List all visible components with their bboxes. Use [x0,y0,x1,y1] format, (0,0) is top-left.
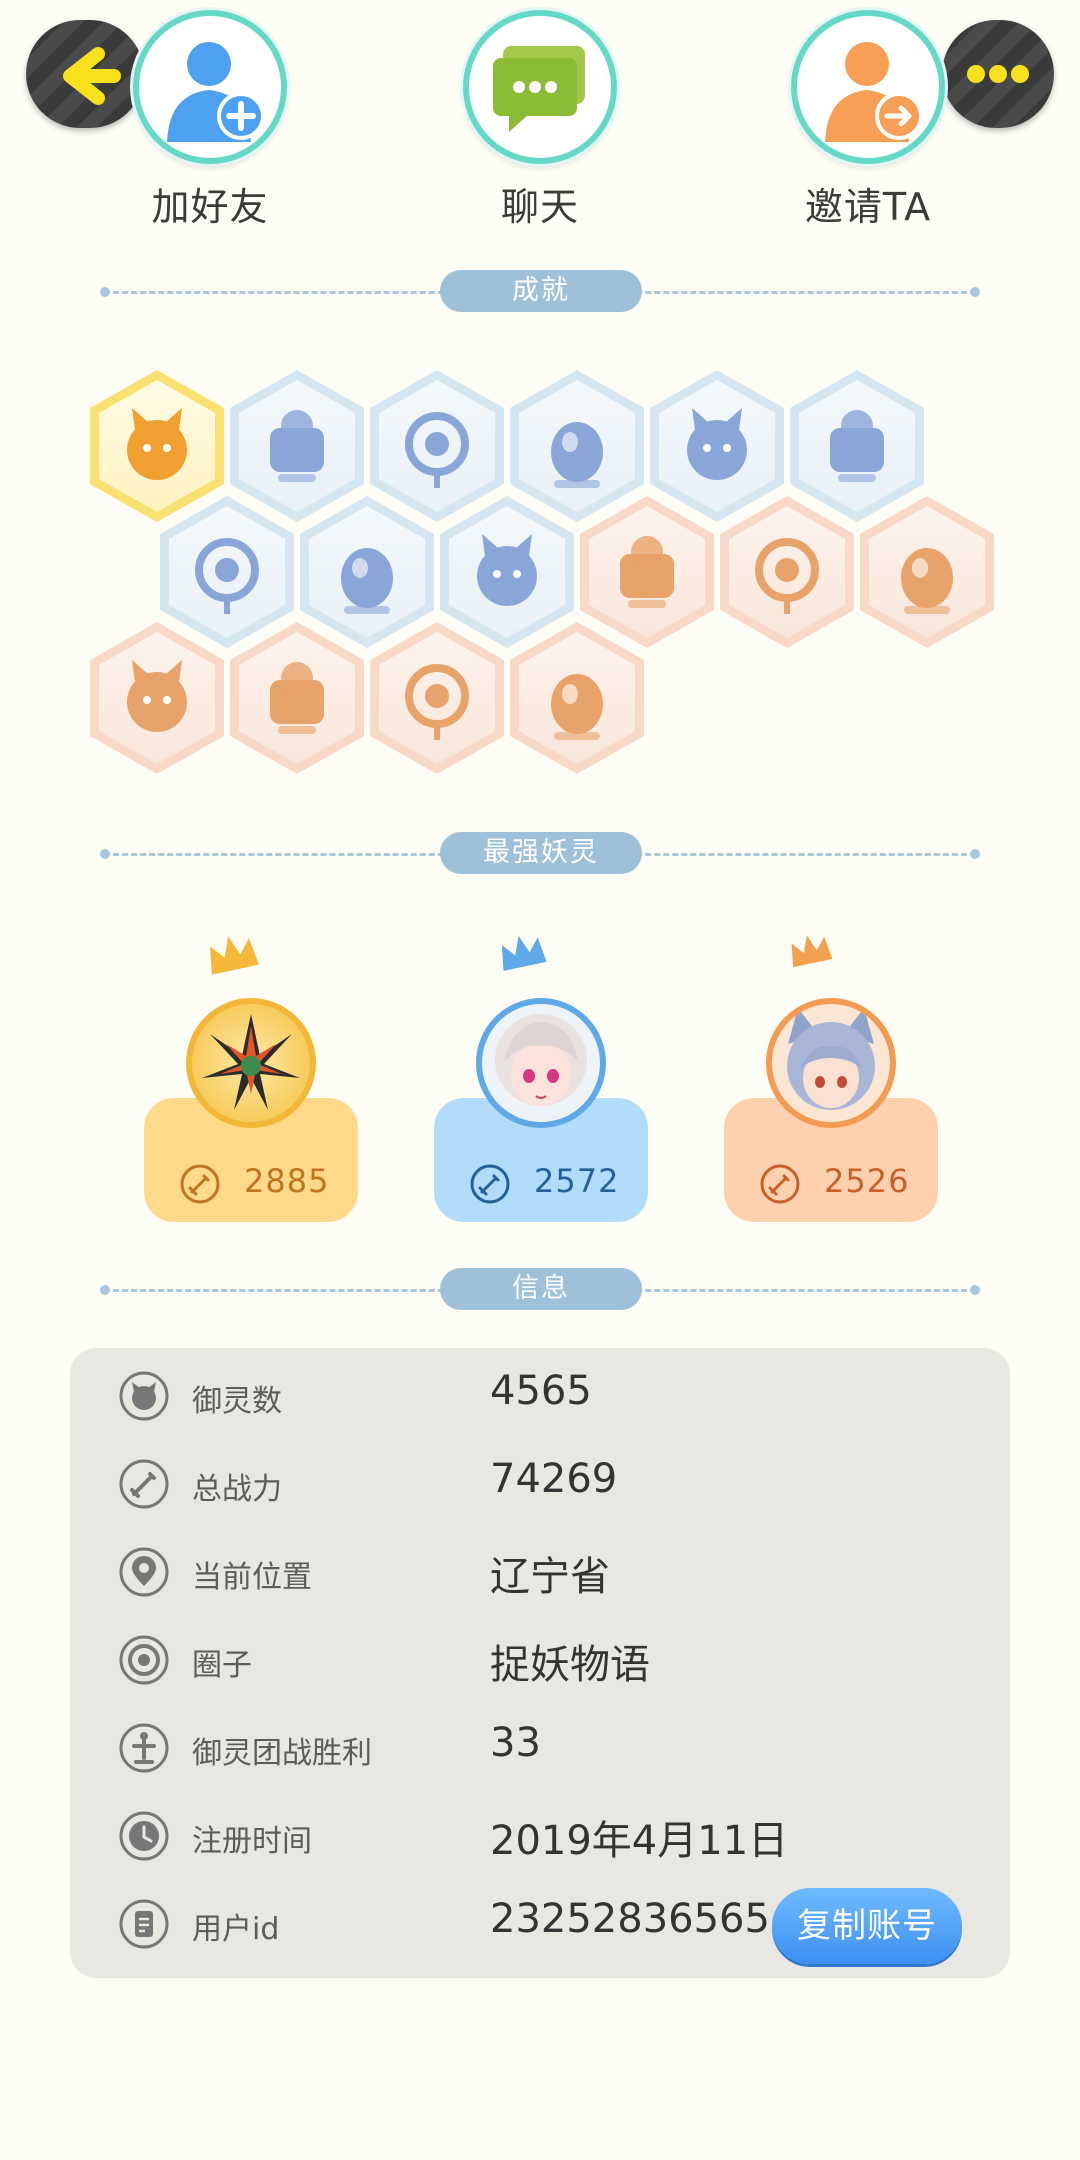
info-value: 4565 [490,1368,592,1414]
info-value: 捉妖物语 [490,1642,650,1688]
gingerbread-badge-icon[interactable] [720,496,854,648]
sneaker-badge-icon-glyph [270,410,324,482]
info-row-spirit-count: 御灵数 4565 [70,1354,1010,1442]
cat-face-badge-icon[interactable] [90,370,224,522]
power-sword-icon [470,1164,510,1204]
chat-icon [463,10,617,164]
crystal-ball-badge-icon[interactable] [510,370,644,522]
lollipop-bear-badge-icon[interactable] [860,496,994,648]
spiky-rainbow-spirit-avatar [186,998,316,1128]
info-label: 注册时间 [192,1824,312,1859]
info-row-user-id: 用户id 23252836565 复制账号 [70,1882,1010,1970]
location-pin-icon [119,1547,169,1597]
crystal-egg-badge-icon-glyph [687,408,747,480]
gingerbread-badge-icon-glyph [755,538,819,614]
spirit-power: 2572 [534,1162,620,1200]
sword-icon [119,1459,169,1509]
book-fox-badge-icon-glyph [477,534,537,606]
pawn-badge-icon-glyph [551,674,603,740]
koi-fish-badge-icon-glyph [127,660,187,732]
crystal-egg-badge-icon[interactable] [650,370,784,522]
info-row-total-power: 总战力 74269 [70,1442,1010,1530]
info-row-circle: 圈子 捉妖物语 [70,1618,1010,1706]
yin-yang-orb-badge-icon[interactable] [790,370,924,522]
portal-mirror-badge-icon[interactable] [370,370,504,522]
info-panel: 御灵数 4565 总战力 74269 当前位置 辽宁省 圈子 捉妖物语 御灵团战… [70,1348,1010,1978]
info-divider: 信息 [100,1268,980,1312]
achievements-divider: 成就 [100,270,980,314]
info-row-location: 当前位置 辽宁省 [70,1530,1010,1618]
info-label: 圈子 [192,1648,252,1683]
info-value: 23252836565 [490,1896,770,1942]
circle-target-icon [119,1635,169,1685]
add-friend-label: 加好友 [151,185,269,229]
book-fox-badge-icon[interactable] [440,496,574,648]
info-label: 当前位置 [192,1560,312,1595]
fox-ear-girl-avatar [766,998,896,1128]
moon-sun-badge-icon-glyph [620,536,674,608]
copy-account-button[interactable]: 复制账号 [772,1888,962,1964]
info-label: 用户id [192,1912,280,1947]
info-value: 辽宁省 [490,1554,610,1600]
pawn-badge-icon[interactable] [510,622,644,774]
power-sword-icon [760,1164,800,1204]
info-row-team-wins: 御灵团战胜利 33 [70,1706,1010,1794]
spirit-power: 2885 [244,1162,330,1200]
blue-crown-icon [501,935,547,971]
add-friend-action[interactable]: 加好友 [100,10,320,231]
info-row-register-time: 注册时间 2019年4月11日 [70,1794,1010,1882]
spirit-count-icon [119,1371,169,1421]
portal-mirror-badge-icon-glyph [405,412,469,488]
trophy-statue-icon [119,1723,169,1773]
moon-sun-badge-icon[interactable] [580,496,714,648]
add-friend-icon [133,10,287,164]
info-label: 御灵团战胜利 [192,1736,372,1771]
power-sword-icon [180,1164,220,1204]
stroller-badge-icon-glyph [195,538,259,614]
white-hair-girl-avatar [476,998,606,1128]
achievements-title: 成就 [440,270,642,312]
clock-icon [119,1811,169,1861]
info-value: 33 [490,1720,541,1766]
yin-yang-orb-badge-icon-glyph [830,410,884,482]
invite-label: 邀请TA [804,185,932,229]
chat-action[interactable]: 聊天 [430,10,650,231]
stroller-badge-icon[interactable] [160,496,294,648]
sneaker-badge-icon[interactable] [230,370,364,522]
cat-face-badge-icon-glyph [127,408,187,480]
spirit-power: 2526 [824,1162,910,1200]
info-label: 御灵数 [192,1384,282,1419]
crystal-ball-badge-icon-glyph [551,422,603,488]
strongest-divider: 最强妖灵 [100,832,980,876]
info-value: 2019年4月11日 [490,1818,789,1864]
lollipop-bear-badge-icon-glyph [901,548,953,614]
info-title: 信息 [440,1268,642,1310]
shield-badge-icon[interactable] [230,622,364,774]
id-card-icon [119,1899,169,1949]
chat-label: 聊天 [500,185,579,229]
gold-crown-icon [209,936,259,975]
yin-yang-scroll-badge-icon[interactable] [300,496,434,648]
shield-badge-icon-glyph [270,662,324,734]
invite-action[interactable]: 邀请TA [758,10,978,231]
info-label: 总战力 [192,1472,282,1507]
invite-icon [791,10,945,164]
orange-crown-icon [791,935,833,968]
info-value: 74269 [490,1456,618,1502]
koi-fish-badge-icon[interactable] [90,622,224,774]
yin-yang-scroll-badge-icon-glyph [341,548,393,614]
monster-badge-icon[interactable] [370,622,504,774]
monster-badge-icon-glyph [405,664,469,740]
strongest-title: 最强妖灵 [440,832,642,874]
